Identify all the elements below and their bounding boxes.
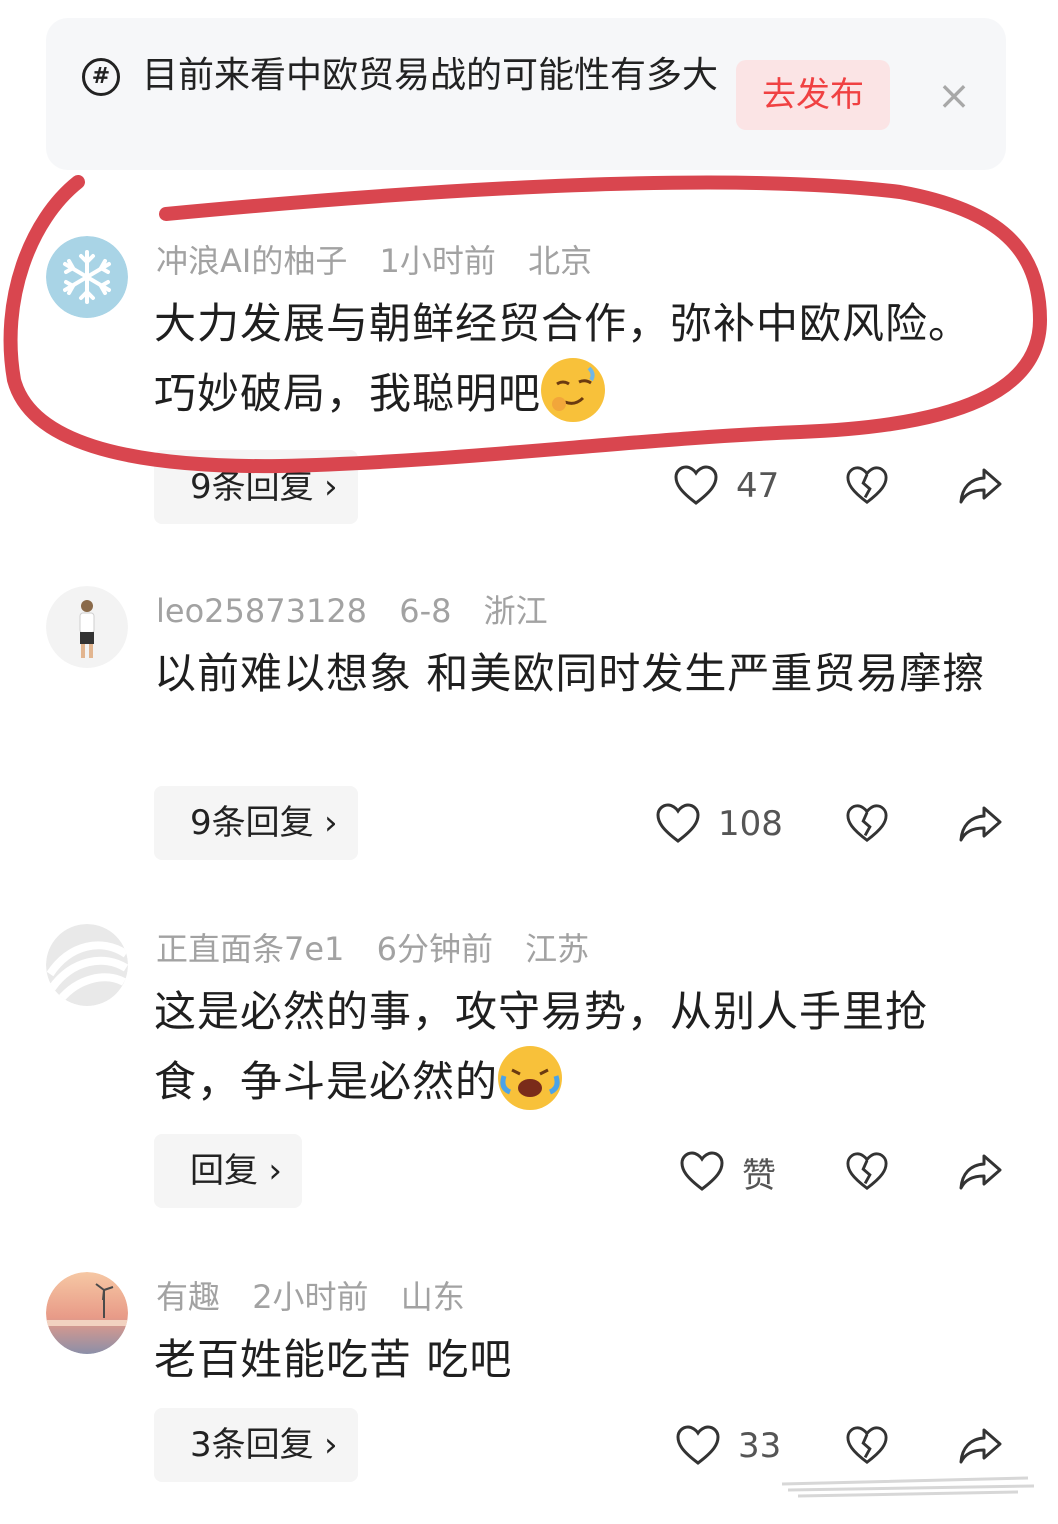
like-button[interactable]: 108 [656, 794, 783, 854]
avatar[interactable] [46, 924, 128, 1006]
share-icon [959, 806, 1002, 842]
share-icon [959, 1154, 1002, 1190]
dislike-button[interactable] [846, 794, 888, 854]
timestamp: 6分钟前 [376, 930, 493, 968]
share-icon [959, 1428, 1002, 1464]
username[interactable]: 有趣 [156, 1278, 220, 1316]
location: 山东 [400, 1278, 465, 1316]
like-button[interactable]: 47 [674, 456, 779, 516]
comment-text: 老百姓能吃苦 吃吧 [154, 1335, 513, 1384]
dislike-button[interactable] [846, 456, 888, 516]
timestamp: 1小时前 [379, 242, 496, 280]
topic-banner[interactable]: # 目前来看中欧贸易战的可能性有多大 去发布 × [46, 18, 1006, 170]
avatar[interactable] [46, 1272, 128, 1354]
reply-button[interactable]: 9条回复 › [154, 450, 358, 524]
comment-meta: leo25873128 6-8 浙江 [156, 590, 570, 632]
chevron-right-icon: › [268, 1151, 282, 1191]
heart-icon [676, 1425, 720, 1465]
heart-icon [656, 803, 700, 843]
heart-icon [674, 465, 718, 505]
like-count: 赞 [742, 1155, 776, 1196]
topic-title[interactable]: 目前来看中欧贸易战的可能性有多大 [82, 50, 722, 102]
dislike-button[interactable] [846, 1416, 888, 1476]
like-button[interactable]: 33 [676, 1416, 781, 1476]
share-button[interactable] [958, 456, 1004, 516]
reply-button[interactable]: 回复 › [154, 1134, 302, 1208]
broken-heart-icon [846, 1152, 888, 1191]
comment-meta: 冲浪AI的柚子 1小时前 北京 [156, 240, 614, 282]
smirk-emoji [541, 358, 606, 422]
share-button[interactable] [958, 794, 1004, 854]
close-icon[interactable]: × [934, 76, 974, 116]
avatar[interactable] [46, 236, 128, 318]
scroll-indicator [781, 1476, 1035, 1498]
dislike-button[interactable] [846, 1142, 888, 1202]
comment-text: 大力发展与朝鲜经贸合作，弥补中欧风险。巧妙破局，我聪明吧 [154, 290, 994, 428]
laughing-crying-emoji [498, 1046, 563, 1110]
timestamp: 6-8 [399, 592, 452, 630]
broken-heart-icon [846, 466, 888, 505]
comment-meta: 正直面条7e1 6分钟前 江苏 [156, 928, 611, 970]
location: 江苏 [525, 930, 590, 968]
comment-text: 这是必然的事，攻守易势，从别人手里抢食，争斗是必然的 [154, 978, 994, 1116]
comment-meta: 有趣 2小时前 山东 [156, 1276, 487, 1318]
location: 浙江 [483, 592, 548, 630]
share-icon [959, 468, 1002, 504]
comment-text: 以前难以想象 和美欧同时发生严重贸易摩擦 [154, 649, 986, 698]
chevron-right-icon: › [324, 803, 338, 843]
publish-button[interactable]: 去发布 [736, 60, 890, 130]
location: 北京 [528, 242, 593, 280]
avatar[interactable] [46, 586, 128, 668]
broken-heart-icon [846, 804, 888, 843]
broken-heart-icon [846, 1426, 888, 1465]
username[interactable]: 正直面条7e1 [156, 930, 344, 968]
heart-icon [680, 1151, 724, 1191]
share-button[interactable] [958, 1142, 1004, 1202]
reply-button[interactable]: 3条回复 › [154, 1408, 358, 1482]
username[interactable]: leo25873128 [156, 592, 367, 630]
timestamp: 2小时前 [252, 1278, 369, 1316]
username[interactable]: 冲浪AI的柚子 [156, 242, 347, 280]
share-button[interactable] [958, 1416, 1004, 1476]
like-button[interactable]: 赞 [680, 1142, 776, 1202]
like-count: 33 [738, 1426, 782, 1466]
like-count: 47 [736, 466, 780, 506]
reply-button[interactable]: 9条回复 › [154, 786, 358, 860]
chevron-right-icon: › [324, 1425, 338, 1465]
chevron-right-icon: › [324, 467, 338, 507]
like-count: 108 [718, 804, 783, 844]
